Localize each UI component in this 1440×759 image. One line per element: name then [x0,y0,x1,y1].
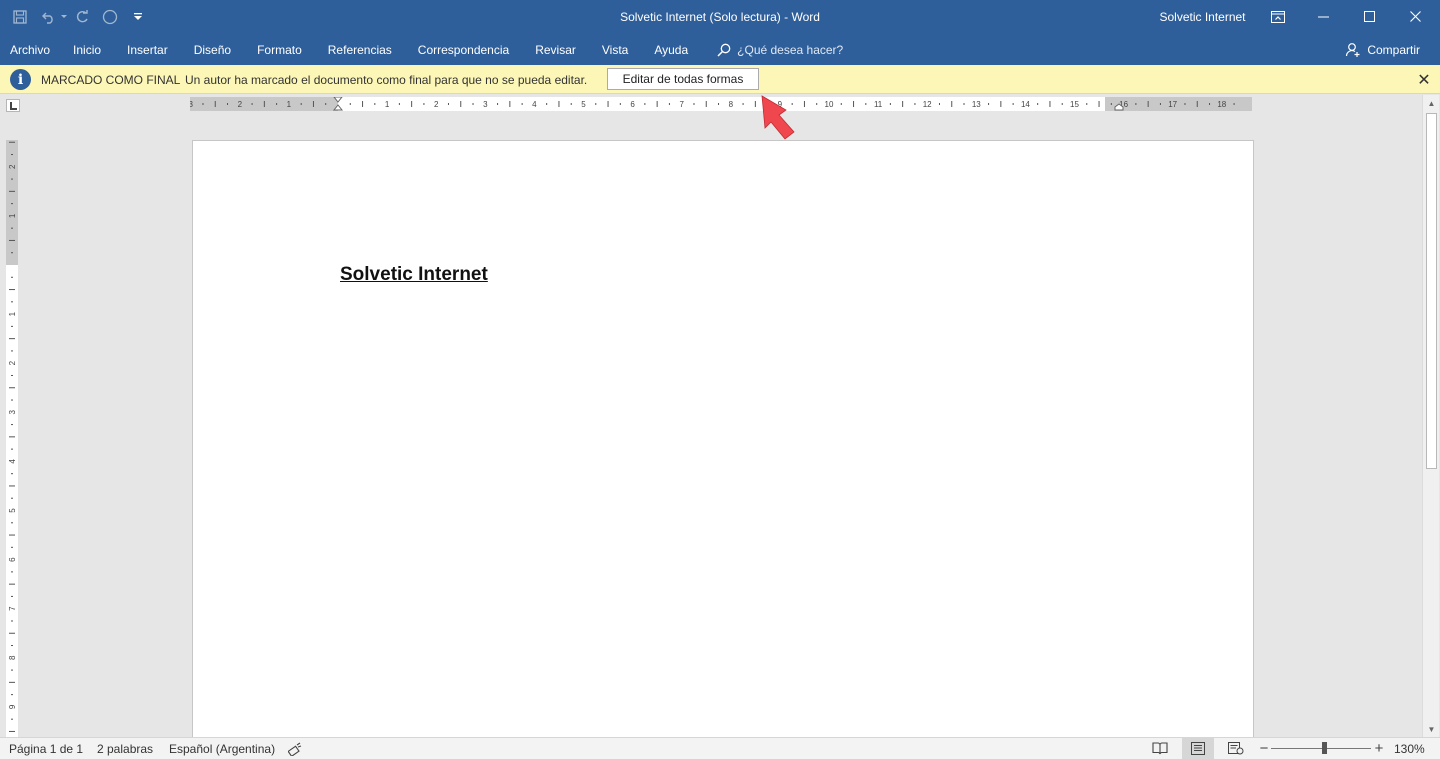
vertical-scrollbar[interactable]: ▲ ▼ [1422,95,1439,737]
ruler-label: 14 [1021,100,1030,109]
ruler-label: 2 [434,100,439,109]
status-bar: Página 1 de 1 2 palabras Español (Argent… [0,737,1440,759]
vertical-ruler[interactable]: 2 1 1 2 3 4 5 6 7 8 9 [6,140,18,737]
person-add-icon [1346,42,1360,57]
ruler-label: 2 [8,164,17,169]
word-count[interactable]: 2 palabras [97,738,153,759]
vertical-ruler-marks: 2 1 1 2 3 4 5 6 7 8 9 [8,141,17,732]
document-page[interactable]: Solvetic Internet [192,140,1254,740]
ruler-label: 11 [874,100,883,109]
close-message-bar-icon[interactable]: ✕ [1416,65,1432,94]
macro-recording-icon[interactable] [288,738,302,759]
tab-formato[interactable]: Formato [244,34,315,65]
ruler-label: 2 [8,360,17,365]
customize-qat-icon[interactable] [126,0,150,34]
ruler-label: 4 [8,459,17,464]
ruler-label: 5 [581,100,586,109]
tell-me-box[interactable]: ¿Qué desea hacer? [701,34,843,65]
annotation-arrow-icon [761,95,795,140]
share-label: Compartir [1367,42,1420,57]
zoom-slider-track[interactable] [1271,748,1371,749]
maximize-icon[interactable] [1347,0,1393,34]
horizontal-ruler-marks: 3 2 1 1 2 3 4 5 6 7 8 9 10 11 12 13 14 15 16 17 18 [190,97,1235,111]
ruler-label: 1 [385,100,390,109]
horizontal-ruler[interactable]: 3 2 1 1 2 3 4 5 6 7 8 9 10 11 12 13 14 15 16 17 18 [190,97,1252,111]
ruler-label: 10 [825,100,834,109]
document-heading[interactable]: Solvetic Internet [340,264,488,286]
ruler-label: 3 [483,100,488,109]
search-icon [717,43,731,57]
scroll-down-icon[interactable]: ▼ [1423,721,1440,737]
indent-marker[interactable] [332,97,344,111]
ruler-label: 3 [8,410,17,415]
ruler-label: 3 [190,100,193,109]
tab-selector-button[interactable] [6,99,20,112]
window-title: Solvetic Internet (Solo lectura) - Word [620,10,820,24]
tab-vista[interactable]: Vista [589,34,641,65]
info-icon: i [10,69,31,90]
language-indicator[interactable]: Español (Argentina) [169,738,275,759]
message-bar-text: Un autor ha marcado el documento como fi… [185,72,588,87]
zoom-in-button[interactable]: + [1373,738,1385,759]
ruler-label: 18 [1217,100,1226,109]
signed-in-user[interactable]: Solvetic Internet [1150,0,1255,34]
ruler-label: 2 [238,100,243,109]
web-layout-icon[interactable] [1220,738,1252,759]
tell-me-placeholder: ¿Qué desea hacer? [737,42,844,57]
tab-diseno[interactable]: Diseño [181,34,244,65]
ruler-label: 4 [532,100,537,109]
ruler-label: 1 [8,311,17,316]
tab-archivo[interactable]: Archivo [0,34,60,65]
zoom-level[interactable]: 130% [1394,738,1425,759]
ruler-label: 5 [8,508,17,513]
edit-anyway-button[interactable]: Editar de todas formas [607,68,759,90]
tab-insertar[interactable]: Insertar [114,34,181,65]
tab-inicio[interactable]: Inicio [60,34,114,65]
read-mode-icon[interactable] [1144,738,1176,759]
undo-icon[interactable] [40,0,58,34]
ruler-label: 13 [972,100,981,109]
title-bar: Solvetic Internet (Solo lectura) - Word … [0,0,1440,34]
scroll-up-icon[interactable]: ▲ [1423,95,1440,111]
zoom-out-button[interactable]: − [1258,738,1270,759]
ruler-label: 7 [8,606,17,611]
ruler-label: 8 [729,100,734,109]
zoom-slider-thumb[interactable] [1322,742,1327,754]
tab-revisar[interactable]: Revisar [522,34,589,65]
print-layout-icon[interactable] [1182,738,1214,759]
message-bar-title: MARCADO COMO FINAL [41,72,181,87]
ruler-label: 6 [630,100,635,109]
scrollbar-thumb[interactable] [1426,113,1437,469]
minimize-icon[interactable] [1301,0,1347,34]
ribbon-display-icon[interactable] [1255,0,1301,34]
save-icon[interactable] [0,0,40,34]
quick-access-toolbar [0,0,150,34]
page-count[interactable]: Página 1 de 1 [9,738,83,759]
redo-icon[interactable] [70,0,94,34]
ruler-label: 6 [8,557,17,562]
marked-as-final-message-bar: i MARCADO COMO FINAL Un autor ha marcado… [0,65,1440,94]
ruler-label: 15 [1070,100,1079,109]
ribbon-tabs-bar: Archivo Inicio Insertar Diseño Formato R… [0,34,1440,65]
ruler-label: 8 [8,655,17,660]
tab-ayuda[interactable]: Ayuda [641,34,701,65]
ruler-label: 7 [679,100,684,109]
tab-referencias[interactable]: Referencias [315,34,405,65]
ruler-label: 1 [287,100,292,109]
ruler-label: 12 [923,100,932,109]
tab-correspondencia[interactable]: Correspondencia [405,34,522,65]
ruler-label: 17 [1168,100,1177,109]
ruler-label: 1 [8,213,17,218]
share-button[interactable]: Compartir [1345,34,1420,65]
undo-dropdown-icon[interactable] [58,0,70,34]
touch-mode-icon[interactable] [94,0,126,34]
close-icon[interactable] [1393,0,1439,34]
ruler-label: 9 [8,704,17,709]
